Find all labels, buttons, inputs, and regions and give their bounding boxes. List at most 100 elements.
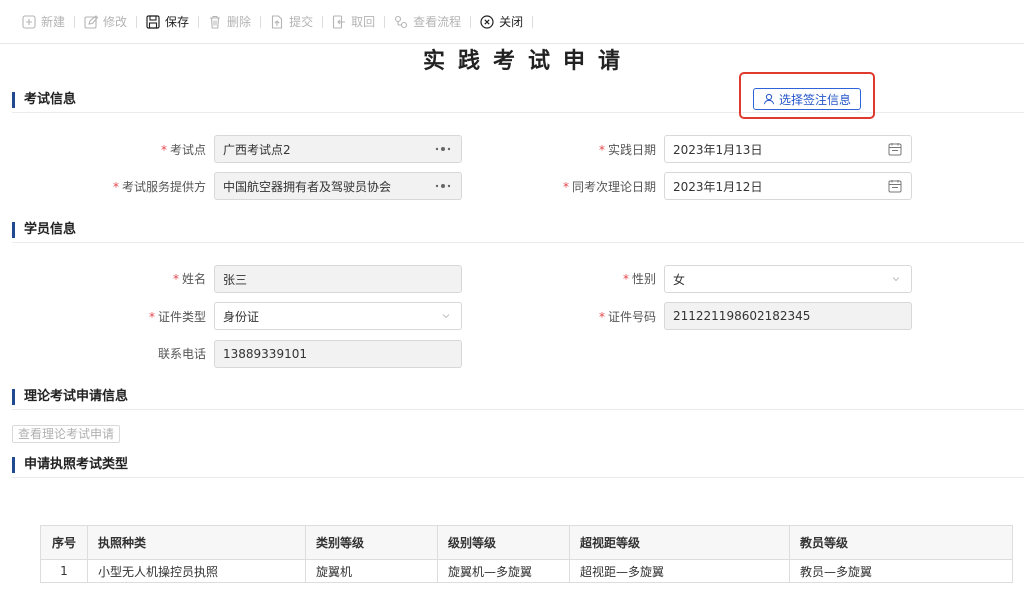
toolbar-divider	[470, 15, 472, 28]
retrieve-icon	[333, 14, 346, 29]
required-mark: *	[562, 180, 569, 194]
view-flow-button[interactable]: 查看流程	[394, 12, 461, 32]
exam-site-label-text: 考试点	[169, 143, 206, 157]
toolbar-divider	[136, 15, 138, 28]
id-type-value: 身份证	[223, 309, 260, 324]
phone-label-text: 联系电话	[157, 347, 206, 361]
gender-select[interactable]: 女	[664, 265, 912, 293]
id-type-label-text: 证件类型	[157, 310, 206, 324]
phone-value: 13889339101	[223, 347, 307, 361]
toolbar-divider	[384, 15, 386, 28]
column-header-bvlos-level: 超视距等级	[569, 525, 790, 560]
view-theory-application-button[interactable]: 查看理论考试申请	[12, 425, 121, 443]
new-button[interactable]: 新建	[22, 12, 65, 32]
calendar-icon[interactable]	[888, 179, 902, 193]
id-number-field[interactable]: 211221198602182345	[664, 302, 912, 330]
retrieve-button-label: 取回	[351, 15, 376, 29]
column-header-license-kind: 执照种类	[87, 525, 306, 560]
id-number-label-text: 证件号码	[607, 310, 656, 324]
name-value: 张三	[223, 272, 248, 287]
required-mark: *	[160, 143, 167, 157]
section-title: 考试信息	[24, 92, 77, 107]
practice-date-field[interactable]: 2023年1月13日	[664, 135, 912, 163]
column-header-class-level: 级别等级	[437, 525, 570, 560]
table-row[interactable]: 1 小型无人机操控员执照 旋翼机 旋翼机—多旋翼 超视距—多旋翼 教员—多旋翼	[40, 559, 1013, 583]
section-title: 理论考试申请信息	[24, 389, 129, 404]
required-mark: *	[148, 310, 155, 324]
toolbar-divider	[74, 15, 76, 28]
close-button[interactable]: 关闭	[480, 12, 523, 32]
section-marker	[12, 389, 15, 405]
name-label-text: 姓名	[181, 272, 206, 286]
cell-category-level: 旋翼机	[305, 559, 438, 583]
id-type-select[interactable]: 身份证	[214, 302, 462, 330]
required-mark: *	[598, 310, 605, 324]
submit-button-label: 提交	[289, 15, 314, 29]
section-marker	[12, 457, 15, 473]
section-title: 学员信息	[24, 222, 77, 237]
save-button-label: 保存	[165, 15, 190, 29]
required-mark: *	[112, 180, 119, 194]
edit-button-label: 修改	[103, 15, 128, 29]
provider-label: * 考试服务提供方	[6, 179, 206, 195]
provider-label-text: 考试服务提供方	[121, 180, 206, 194]
exam-site-field[interactable]: 广西考试点2	[214, 135, 462, 163]
license-type-table: 序号 执照种类 类别等级 级别等级 超视距等级 教员等级 1 小型无人机操控员执…	[40, 525, 1013, 583]
section-marker	[12, 222, 15, 238]
id-type-label: * 证件类型	[6, 309, 206, 325]
delete-button[interactable]: 删除	[208, 12, 251, 32]
plus-square-icon	[22, 14, 36, 29]
practice-date-label: * 实践日期	[456, 142, 656, 158]
cell-index: 1	[40, 559, 88, 583]
id-number-value: 211221198602182345	[673, 309, 811, 323]
delete-button-label: 删除	[227, 15, 252, 29]
practice-date-label-text: 实践日期	[607, 143, 656, 157]
gender-label: * 性别	[456, 271, 656, 287]
name-label: * 姓名	[6, 271, 206, 287]
section-title: 申请执照考试类型	[24, 457, 129, 472]
id-number-label: * 证件号码	[456, 309, 656, 325]
toolbar-divider	[532, 15, 534, 28]
edit-icon	[84, 14, 99, 29]
gender-label-text: 性别	[631, 272, 656, 286]
submit-icon	[272, 14, 283, 29]
submit-button[interactable]: 提交	[270, 12, 313, 32]
required-mark: *	[172, 272, 179, 286]
column-header-index: 序号	[40, 525, 88, 560]
close-circle-icon	[480, 14, 494, 29]
section-theory-info: 理论考试申请信息	[12, 386, 1024, 410]
required-mark: *	[622, 272, 629, 286]
theory-date-field[interactable]: 2023年1月12日	[664, 172, 912, 200]
user-icon	[763, 93, 775, 105]
save-icon	[146, 14, 160, 29]
phone-label: 联系电话	[6, 346, 206, 362]
save-button[interactable]: 保存	[146, 12, 189, 32]
chevron-down-icon	[442, 314, 450, 319]
trash-icon	[210, 15, 221, 29]
close-button-label: 关闭	[499, 15, 524, 29]
exam-site-value: 广西考试点2	[223, 142, 291, 157]
phone-field[interactable]: 13889339101	[214, 340, 462, 368]
cell-class-level: 旋翼机—多旋翼	[437, 559, 570, 583]
table-header-row: 序号 执照种类 类别等级 级别等级 超视距等级 教员等级	[40, 525, 1013, 560]
more-dots-icon[interactable]	[433, 181, 453, 191]
retrieve-button[interactable]: 取回	[332, 12, 375, 32]
calendar-icon[interactable]	[888, 142, 902, 156]
view-flow-button-label: 查看流程	[413, 15, 462, 29]
more-dots-icon[interactable]	[433, 144, 453, 154]
toolbar: 新建 修改 保存 删除 提交 取回 查看流程 关闭	[0, 0, 1024, 44]
edit-button[interactable]: 修改	[84, 12, 127, 32]
select-signature-label: 选择签注信息	[778, 92, 851, 107]
column-header-category-level: 类别等级	[305, 525, 438, 560]
chevron-down-icon	[892, 277, 900, 282]
section-student-info: 学员信息	[12, 219, 1024, 243]
practice-date-value: 2023年1月13日	[673, 142, 763, 157]
provider-value: 中国航空器拥有者及驾驶员协会	[223, 179, 392, 194]
name-field[interactable]: 张三	[214, 265, 462, 293]
toolbar-divider	[260, 15, 262, 28]
gender-value: 女	[673, 272, 686, 287]
required-mark: *	[598, 143, 605, 157]
provider-field[interactable]: 中国航空器拥有者及驾驶员协会	[214, 172, 462, 200]
select-signature-button[interactable]: 选择签注信息	[753, 88, 861, 110]
exam-site-label: * 考试点	[6, 142, 206, 158]
